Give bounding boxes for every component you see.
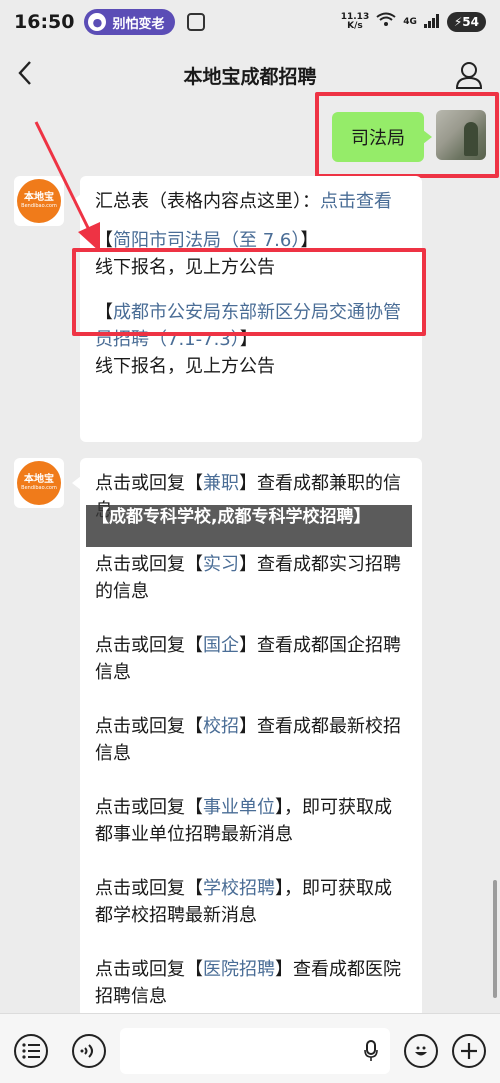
- logo-sub-text: Bendibao.com: [21, 203, 57, 209]
- net-speed: 11.13 K/s: [341, 13, 369, 31]
- logo-main-text: 本地宝: [24, 474, 54, 485]
- battery-level: 54: [462, 15, 479, 29]
- pill-icon: ●: [88, 13, 107, 31]
- summary-prefix: 汇总表（表格内容点这里）：: [95, 191, 320, 212]
- menu-item-link[interactable]: 医院招聘: [203, 959, 275, 980]
- status-right: 11.13 K/s 4G ⚡ 54: [341, 12, 486, 32]
- scan-icon: [186, 13, 205, 31]
- summary-line: 汇总表（表格内容点这里）：点击查看: [95, 188, 408, 215]
- logo-sub-text: Bendibao.com: [21, 485, 57, 491]
- highlight-box-job: [72, 248, 426, 336]
- bot-avatar[interactable]: 本地宝 Bendibao.com: [14, 458, 64, 508]
- add-plus-icon[interactable]: [452, 1034, 486, 1068]
- net-speed-unit: K/s: [347, 21, 363, 31]
- input-bar: [0, 1013, 500, 1083]
- menu-item-link[interactable]: 事业单位: [203, 797, 275, 818]
- page-title: 本地宝成都招聘: [183, 65, 317, 88]
- bot-avatar[interactable]: 本地宝 Bendibao.com: [14, 176, 64, 226]
- network-type: 4G: [403, 17, 417, 27]
- wifi-icon: [376, 12, 396, 32]
- logo-main-text: 本地宝: [24, 192, 54, 203]
- emoji-icon[interactable]: [404, 1034, 438, 1068]
- menu-item-prefix: 点击或回复【: [95, 635, 203, 656]
- menu-item: 点击或回复【国企】查看成都国企招聘信息: [95, 632, 408, 686]
- battery-indicator: ⚡ 54: [446, 12, 486, 32]
- status-bar: 16:50 ● 别怕变老 11.13 K/s 4G ⚡ 54: [0, 0, 500, 44]
- menu-item-link[interactable]: 校招: [203, 716, 239, 737]
- watermark-banner: 【成都专科学校,成都专科学校招聘】: [86, 505, 412, 547]
- user-profile-icon[interactable]: [454, 60, 484, 90]
- menu-item-prefix: 点击或回复【: [95, 797, 203, 818]
- menu-item-link[interactable]: 国企: [203, 635, 239, 656]
- voice-toggle-icon[interactable]: [72, 1034, 106, 1068]
- menu-item: 点击或回复【实习】查看成都实习招聘的信息: [95, 551, 408, 605]
- message-input[interactable]: [120, 1028, 390, 1074]
- menu-item-prefix: 点击或回复【: [95, 473, 203, 494]
- microphone-icon[interactable]: [364, 1040, 378, 1062]
- menu-item-prefix: 点击或回复【: [95, 878, 203, 899]
- signal-icon: [423, 13, 440, 32]
- clock: 16:50: [14, 11, 75, 33]
- bendibao-logo: 本地宝 Bendibao.com: [17, 461, 61, 505]
- menu-icon[interactable]: [14, 1034, 48, 1068]
- menu-item-prefix: 点击或回复【: [95, 554, 203, 575]
- job-note-police: 线下报名，见上方公告: [95, 356, 275, 377]
- menu-item: 点击或回复【校招】查看成都最新校招信息: [95, 713, 408, 767]
- status-pill[interactable]: ● 别怕变老: [84, 9, 175, 35]
- summary-link[interactable]: 点击查看: [320, 191, 392, 212]
- menu-item-link[interactable]: 实习: [203, 554, 239, 575]
- menu-item-prefix: 点击或回复【: [95, 959, 203, 980]
- menu-item: 点击或回复【学校招聘】，即可获取成都学校招聘最新消息: [95, 875, 408, 929]
- menu-item: 点击或回复【事业单位】，即可获取成都事业单位招聘最新消息: [95, 794, 408, 848]
- bendibao-logo: 本地宝 Bendibao.com: [17, 179, 61, 223]
- menu-item: 点击或回复【医院招聘】查看成都医院招聘信息: [95, 956, 408, 1010]
- back-arrow-icon[interactable]: [14, 59, 46, 91]
- highlight-box-sent: [315, 92, 499, 178]
- pill-label: 别怕变老: [112, 16, 165, 32]
- menu-item-prefix: 点击或回复【: [95, 716, 203, 737]
- menu-item-link[interactable]: 学校招聘: [203, 878, 275, 899]
- scrollbar[interactable]: [493, 880, 497, 998]
- menu-item-link[interactable]: 兼职: [203, 473, 239, 494]
